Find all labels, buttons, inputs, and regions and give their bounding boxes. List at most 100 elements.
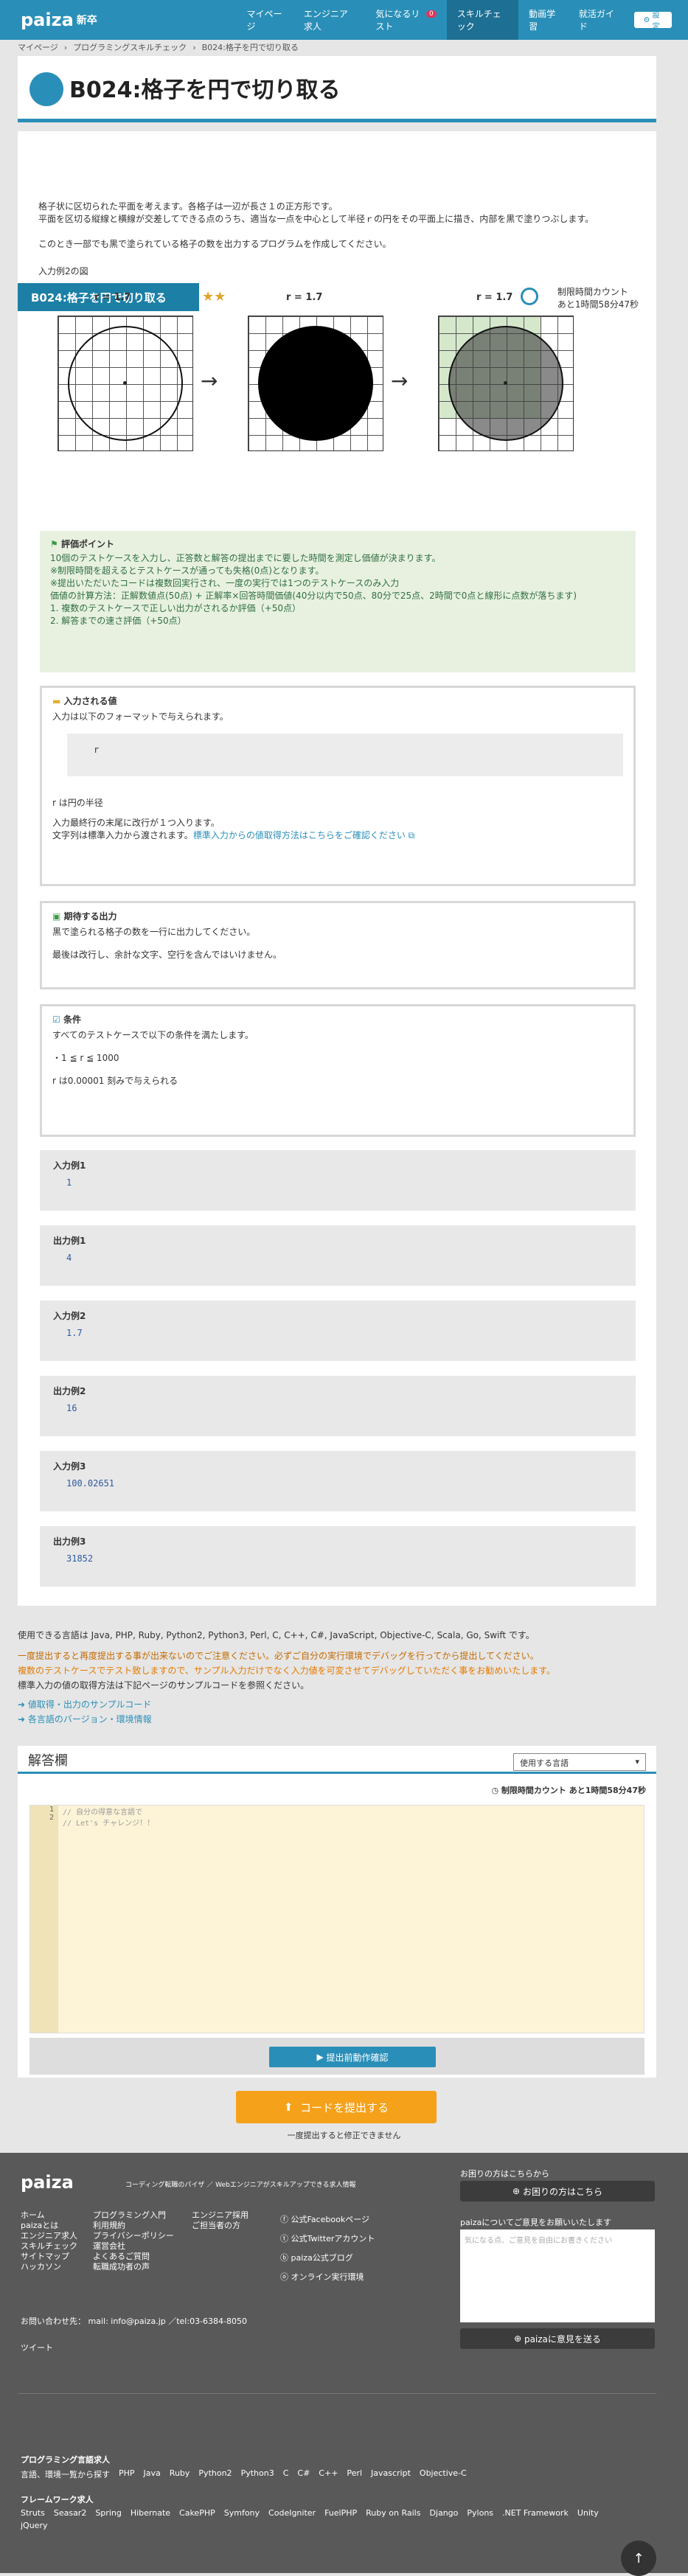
prog-link[interactable]: C#: [297, 2468, 310, 2480]
eval-line: 価値の計算方法：正解数値点(50点) + 正解率×回答時間価値(40分以内で50…: [50, 591, 577, 601]
footer-link[interactable]: ホーム: [21, 2210, 77, 2221]
footer-link[interactable]: paizaとは: [21, 2221, 77, 2231]
fig3-label: r = 1.7: [476, 292, 513, 303]
footer-link[interactable]: エンジニア採用: [192, 2210, 249, 2221]
circle-filled: [258, 326, 373, 441]
fw-link[interactable]: Pylons: [467, 2508, 493, 2518]
fw-link[interactable]: Unity: [577, 2508, 599, 2518]
language-info: 使用できる言語は Java, PHP, Ruby, Python2, Pytho…: [18, 1628, 656, 1727]
footer-link[interactable]: 転職成功者の声: [93, 2262, 174, 2272]
nav-video[interactable]: 動画学習: [518, 0, 569, 40]
social-label: 公式Facebookページ: [291, 2215, 369, 2224]
prog-link[interactable]: C++: [319, 2468, 338, 2480]
send-opinion-button[interactable]: ⊕ paizaに意見を送る: [460, 2328, 655, 2349]
fw-link[interactable]: FuelPHP: [324, 2508, 357, 2518]
fw-jobs-list: Struts Seasar2 Spring Hibernate CakePHP …: [21, 2508, 633, 2530]
footer-tagline: コーディング転職のパイザ ／ Webエンジニアがスキルアップできる求人情報: [125, 2182, 356, 2189]
tweet-button[interactable]: ツイート: [21, 2342, 53, 2353]
prog-link[interactable]: PHP: [119, 2468, 135, 2480]
prog-link[interactable]: Java: [144, 2468, 161, 2480]
footer-link[interactable]: ハッカソン: [21, 2262, 77, 2272]
facebook-icon: ⓕ: [280, 2215, 288, 2224]
crumb-mypage[interactable]: マイページ: [18, 41, 58, 53]
prog-link[interactable]: Perl: [347, 2468, 362, 2480]
opinion-label: paizaに意見を送る: [524, 2333, 601, 2344]
crumb-skillcheck[interactable]: プログラミングスキルチェック: [73, 41, 187, 53]
prog-link[interactable]: 言語、環境一覧から探す: [21, 2468, 110, 2480]
gear-icon: ⚙: [643, 15, 650, 24]
prog-link[interactable]: Objective-C: [420, 2468, 467, 2480]
footer-link[interactable]: よくあるご質問: [93, 2252, 174, 2262]
footer-link[interactable]: プライバシーポリシー: [93, 2231, 174, 2241]
footer-social-item[interactable]: ⓑ paiza公式ブログ: [280, 2249, 375, 2268]
settings-label: 設定: [652, 12, 660, 31]
fw-link[interactable]: Symfony: [224, 2508, 260, 2518]
run-test-button[interactable]: ▶ 提出前動作確認: [269, 2047, 436, 2067]
fw-jobs-title: フレームワーク求人: [21, 2495, 94, 2504]
footer-social-item[interactable]: ⓣ 公式Twitterアカウント: [280, 2229, 375, 2249]
nav-skillcheck[interactable]: スキルチェック: [446, 0, 519, 40]
arrow-icon: →: [391, 369, 409, 393]
settings-button[interactable]: ⚙ 設定: [634, 12, 673, 31]
fw-link[interactable]: Django: [429, 2508, 458, 2518]
fw-link[interactable]: Spring: [95, 2508, 122, 2518]
nav-jobs[interactable]: エンジニア求人: [293, 0, 365, 40]
output-line: 黒で塗られる格子の数を一行に出力してください。: [52, 927, 256, 937]
fw-link[interactable]: Ruby on Rails: [366, 2508, 420, 2518]
fw-link[interactable]: Hibernate: [131, 2508, 170, 2518]
center-dot: [123, 381, 127, 385]
editor-content: // 自分の得意な言語で // Let's チャレンジ！！: [63, 1806, 154, 1828]
nav-mypage[interactable]: マイページ: [237, 0, 293, 40]
fw-link[interactable]: CakePHP: [179, 2508, 215, 2518]
fw-link[interactable]: Seasar2: [54, 2508, 86, 2518]
grid-figure-1: [58, 316, 193, 451]
footer-link[interactable]: プログラミング入門: [93, 2210, 174, 2221]
footer-logo[interactable]: paiza: [21, 2172, 74, 2193]
language-select[interactable]: 使用する言語 ▾: [513, 1753, 646, 1771]
cond-line: すべてのテストケースで以下の条件を満たします。: [52, 1030, 254, 1040]
footer-link[interactable]: エンジニア求人: [21, 2231, 77, 2241]
versions-link[interactable]: 各言語のバージョン・環境情報: [28, 1714, 152, 1724]
footer-link[interactable]: サイトマップ: [21, 2252, 77, 2262]
fw-link[interactable]: .NET Framework: [502, 2508, 569, 2518]
nav-guide[interactable]: 就活ガイド: [569, 0, 626, 40]
blog-icon: ⓑ: [280, 2253, 288, 2263]
answer-timer: ◷ 制限時間カウント あと1時間58分47秒: [491, 1784, 646, 1796]
submit-code-button[interactable]: ⬆ コードを提出する: [236, 2091, 437, 2123]
input-icon: ▬: [52, 696, 61, 706]
arrow-circle-icon: ➜: [18, 1699, 26, 1710]
opinion-textarea[interactable]: 気になる点、ご意見を自由にお書きください: [460, 2229, 655, 2322]
fw-link[interactable]: Struts: [21, 2508, 45, 2518]
cond-line: r は0.00001 刻みで与えられる: [52, 1076, 178, 1086]
social-label: paiza公式ブログ: [291, 2253, 353, 2263]
footer-social: ⓕ 公式Facebookページ ⓣ 公式Twitterアカウント ⓑ paiza…: [280, 2210, 375, 2287]
paiza-logo[interactable]: paiza 新卒: [0, 0, 237, 40]
nav-favorites[interactable]: 気になるリスト 0: [365, 0, 446, 40]
cond-line: ・1 ≦ r ≦ 1000: [52, 1053, 119, 1063]
sample-code-link[interactable]: 値取得・出力のサンプルコード: [28, 1699, 151, 1710]
fw-link[interactable]: CodeIgniter: [268, 2508, 316, 2518]
scroll-top-button[interactable]: ↑: [621, 2541, 656, 2576]
prog-link[interactable]: Javascript: [371, 2468, 411, 2480]
fw-link[interactable]: jQuery: [21, 2521, 48, 2530]
footer-link[interactable]: 運営会社: [93, 2241, 174, 2252]
chevron-down-icon: ▾: [635, 1757, 639, 1766]
eval-line: ※提出いただいたコードは複数回実行され、一度の実行では1つのテストケースのみ入力: [50, 578, 400, 588]
prog-link[interactable]: Ruby: [170, 2468, 190, 2480]
grid-figure-3: [438, 316, 574, 451]
code-editor[interactable]: 12 // 自分の得意な言語で // Let's チャレンジ！！: [29, 1805, 644, 2033]
prog-link[interactable]: Python2: [198, 2468, 232, 2480]
prog-link[interactable]: Python3: [241, 2468, 274, 2480]
footer-link[interactable]: スキルチェック: [21, 2241, 77, 2252]
stdin-help-link[interactable]: 標準入力からの値取得方法はこちらをご確認ください: [193, 830, 406, 840]
clock-icon: ◷: [491, 1786, 499, 1795]
footer-link[interactable]: 利用規約: [93, 2221, 174, 2231]
prog-link[interactable]: C: [283, 2468, 289, 2480]
help-button[interactable]: ⊕ お困りの方はこちら: [460, 2181, 655, 2201]
input-lead: 入力は以下のフォーマットで与えられます。: [52, 711, 229, 722]
footer-link[interactable]: ご担当者の方: [192, 2221, 249, 2231]
footer-social-item[interactable]: ⓕ 公式Facebookページ: [280, 2210, 375, 2229]
footer-social-item[interactable]: ⓞ オンライン実行環境: [280, 2268, 375, 2287]
eval-line: 1. 複数のテストケースで正しい出力がされるか評価（+50点）: [50, 603, 301, 613]
problem-desc-1: 格子状に区切られた平面を考えます。各格子は一辺が長さ１の正方形です。: [38, 201, 338, 212]
